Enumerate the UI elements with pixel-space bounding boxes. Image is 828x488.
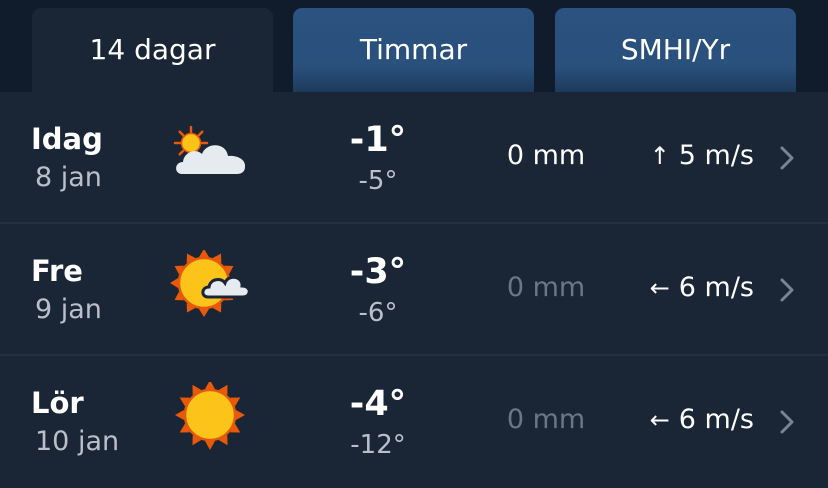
tab-smhi-yr[interactable]: SMHI/Yr (555, 8, 796, 92)
wind: ← 6 m/s (630, 404, 754, 435)
weather-forecast-app: 14 dagar Timmar SMHI/Yr Idag 8 jan -1° -… (0, 0, 828, 488)
precipitation: 0 mm (506, 140, 586, 171)
day-date: 8 jan (35, 162, 102, 193)
day-name: Fre (31, 254, 83, 288)
forecast-row-fre[interactable]: Fre 9 jan -3° -6° 0 mm ← 6 m/s (0, 224, 828, 356)
tab-14-dagar[interactable]: 14 dagar (32, 8, 273, 92)
wind-speed: 5 m/s (678, 140, 754, 171)
tab-bar: 14 dagar Timmar SMHI/Yr (0, 0, 828, 92)
wind-arrow-left-icon: ← (649, 274, 670, 302)
temp-min: -5° (358, 166, 398, 196)
temp-min: -6° (358, 298, 398, 328)
forecast-list: Idag 8 jan -1° -5° 0 mm ↑ 5 m/s Fre 9 ja… (0, 92, 828, 488)
day-name: Idag (31, 122, 103, 156)
day-date: 10 jan (35, 426, 120, 457)
day-date: 9 jan (35, 294, 102, 325)
wind-speed: 6 m/s (678, 272, 754, 303)
wind: ↑ 5 m/s (630, 140, 754, 171)
wind-speed: 6 m/s (678, 404, 754, 435)
partly-cloudy-icon (173, 125, 246, 174)
temp-max: -1° (349, 120, 407, 160)
temp-max: -4° (349, 384, 407, 424)
chevron-right-icon (780, 146, 794, 170)
tab-timmar[interactable]: Timmar (293, 8, 534, 92)
wind: ← 6 m/s (630, 272, 754, 303)
sun-icon (175, 382, 245, 450)
day-name: Lör (31, 386, 84, 420)
chevron-right-icon (780, 278, 794, 302)
forecast-row-lor[interactable]: Lör 10 jan -4° -12° 0 mm ← 6 m/s (0, 356, 828, 488)
precipitation: 0 mm (506, 272, 586, 303)
precipitation: 0 mm (506, 404, 586, 435)
forecast-row-idag[interactable]: Idag 8 jan -1° -5° 0 mm ↑ 5 m/s (0, 92, 828, 224)
mostly-sunny-icon (170, 250, 250, 317)
temp-max: -3° (349, 252, 407, 292)
temp-min: -12° (350, 430, 406, 460)
chevron-right-icon (780, 410, 794, 434)
wind-arrow-up-icon: ↑ (649, 142, 670, 170)
wind-arrow-left-icon: ← (649, 406, 670, 434)
